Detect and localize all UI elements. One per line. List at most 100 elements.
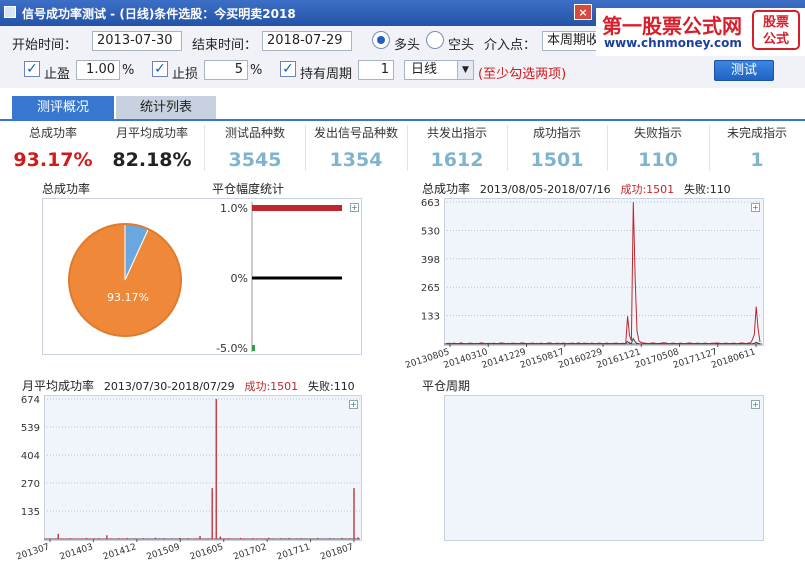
bar xyxy=(264,538,266,539)
entry-point-select[interactable]: 本周期收 xyxy=(542,31,598,51)
range-bar xyxy=(252,345,255,351)
bar xyxy=(239,537,242,539)
x-tick-label: 201412 xyxy=(102,542,138,562)
series-line xyxy=(445,201,761,345)
bar xyxy=(154,537,157,539)
bar xyxy=(284,538,286,539)
y-tick-label: 270 xyxy=(21,479,40,490)
stat-monthly-avg: 月平均成功率 82.18% xyxy=(104,124,200,171)
close-button[interactable]: × xyxy=(574,4,592,20)
stat-value: 1612 xyxy=(430,149,484,171)
range-chart: 1.0% 0% -5.0% xyxy=(216,202,342,355)
test-button[interactable]: 测试 xyxy=(714,60,774,81)
bar xyxy=(171,538,173,539)
bar xyxy=(215,399,217,539)
bar xyxy=(122,538,124,539)
x-tick-label: 201403 xyxy=(59,542,95,562)
stat-label: 失败指示 xyxy=(633,126,682,140)
bar xyxy=(316,537,319,539)
x-tick-label: 201807 xyxy=(319,542,355,562)
start-date-label: 开始时间： xyxy=(12,38,78,53)
daily-chart-header: 总成功率 2013/08/05-2018/07/16 成功:1501 失败:11… xyxy=(422,180,731,197)
bar xyxy=(85,537,88,539)
bar xyxy=(162,538,165,539)
period-chart-panel: + xyxy=(444,395,764,541)
bar xyxy=(146,538,148,539)
logo-stamp: 股票 公式 xyxy=(752,10,800,50)
stat-total-signals: 共发出指示 1612 xyxy=(408,124,506,171)
y-tick-label: 133 xyxy=(421,312,440,323)
chevron-down-icon[interactable]: ▼ xyxy=(457,61,473,79)
hold-period-label: 持有周期 xyxy=(300,67,353,82)
monthly-chart-header: 月平均成功率 2013/07/30-2018/07/29 成功:1501 失败:… xyxy=(22,377,355,394)
bar xyxy=(61,538,63,539)
daily-success-chart: 6635303982651332013080520140310201412292… xyxy=(404,198,762,371)
short-radio[interactable] xyxy=(426,31,444,49)
daily-success-label: 成功:1501 xyxy=(620,183,675,196)
x-tick-label: 201509 xyxy=(145,542,181,562)
tab-overview[interactable]: 测评概况 xyxy=(12,96,114,120)
period-chart-title: 平仓周期 xyxy=(422,379,471,393)
bar xyxy=(219,536,221,539)
tab-statistics-list[interactable]: 统计列表 xyxy=(116,96,216,120)
stop-loss-field[interactable]: 5 xyxy=(204,60,248,80)
bar xyxy=(183,538,185,539)
start-date-field[interactable]: 2013-07-30 xyxy=(92,31,182,51)
bar xyxy=(134,538,136,539)
bar xyxy=(256,538,258,539)
x-tick-label: 201307 xyxy=(15,542,51,562)
daily-chart-title: 总成功率 xyxy=(422,182,471,196)
site-logo: 第一股票公式网 www.chnmoney.com 股票 公式 xyxy=(596,8,805,56)
stat-label: 月平均成功率 xyxy=(115,126,188,140)
bar xyxy=(243,538,246,539)
bar xyxy=(98,538,100,539)
stat-label: 发出信号品种数 xyxy=(313,126,398,140)
monthly-chart-title: 月平均成功率 xyxy=(22,379,95,393)
period-select[interactable]: 日线 ▼ xyxy=(404,60,474,80)
long-label: 多头 xyxy=(394,38,421,53)
x-tick-label: 20180611 xyxy=(710,347,757,371)
bar xyxy=(333,538,335,539)
y-tick-label: 135 xyxy=(21,507,40,518)
range-tick-label: -5.0% xyxy=(216,342,248,355)
bar xyxy=(207,538,209,539)
logo-stamp-line1: 股票 xyxy=(762,15,789,30)
stop-loss-label: 止损 xyxy=(172,67,199,82)
expand-icon[interactable]: + xyxy=(751,400,760,409)
hold-period-checkbox[interactable]: ✓ xyxy=(280,61,296,77)
long-radio[interactable] xyxy=(372,31,390,49)
range-tick-label: 0% xyxy=(231,272,248,285)
take-profit-checkbox[interactable]: ✓ xyxy=(24,61,40,77)
bar xyxy=(81,538,84,539)
hold-period-field[interactable]: 1 xyxy=(358,60,394,80)
bar xyxy=(324,538,327,539)
period-select-value: 日线 xyxy=(411,62,438,77)
bar xyxy=(288,537,290,539)
bar xyxy=(349,538,351,539)
y-tick-label: 398 xyxy=(421,255,440,266)
end-date-field[interactable]: 2018-07-29 xyxy=(262,31,352,51)
bar xyxy=(94,538,96,539)
stat-total-success: 总成功率 93.17% xyxy=(8,124,98,171)
y-tick-label: 674 xyxy=(21,395,40,406)
stat-value: 1354 xyxy=(329,149,383,171)
bar xyxy=(110,538,112,539)
logo-name: 第一股票公式网 xyxy=(602,14,742,38)
stat-label: 未完成指示 xyxy=(726,126,787,140)
stat-label: 测试品种数 xyxy=(224,126,285,140)
y-tick-label: 530 xyxy=(421,226,440,237)
stop-loss-checkbox[interactable]: ✓ xyxy=(152,61,168,77)
logo-stamp-line2: 公式 xyxy=(762,32,789,47)
bar xyxy=(211,488,213,539)
take-profit-field[interactable]: 1.00 xyxy=(76,60,120,80)
take-profit-label: 止盈 xyxy=(44,67,71,82)
pie-label: 93.17% xyxy=(107,291,149,304)
bar xyxy=(199,535,201,539)
window-title: 信号成功率测试 - (日线)条件选股：今买明卖2018 xyxy=(22,7,296,21)
bar xyxy=(126,537,128,539)
logo-url: www.chnmoney.com xyxy=(604,36,742,50)
stat-value: 110 xyxy=(638,149,678,171)
bar xyxy=(272,538,274,539)
stat-value: 1 xyxy=(750,149,764,171)
end-date-label: 结束时间： xyxy=(192,38,258,53)
